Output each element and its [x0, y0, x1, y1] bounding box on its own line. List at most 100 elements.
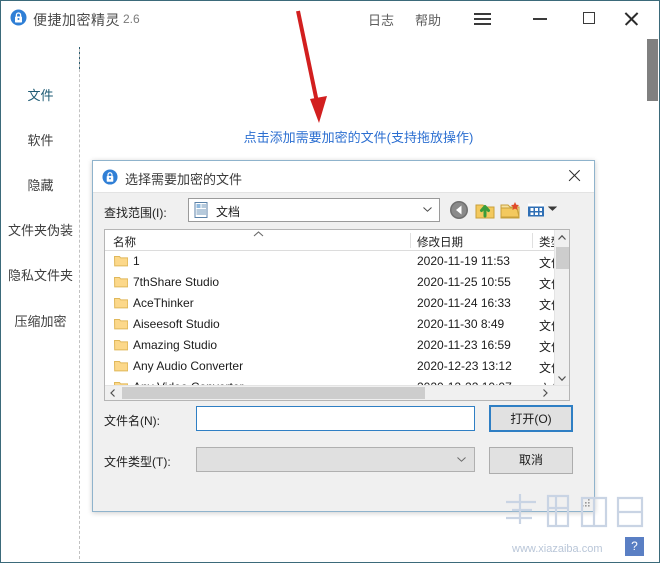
new-folder-icon	[500, 202, 520, 219]
list-scrollbar-thumb[interactable]	[556, 247, 569, 269]
sidebar-item-private-folder[interactable]: 隐私文件夹	[2, 265, 79, 284]
table-row[interactable]: 7thShare Studio 2020-11-25 10:55 文件	[105, 272, 554, 293]
file-date: 2020-12-23 13:12	[417, 359, 512, 373]
chevron-down-icon	[423, 207, 432, 212]
folder-icon	[113, 339, 129, 351]
file-date: 2020-11-23 16:59	[417, 338, 511, 352]
dialog-body: 查找范围(I): 文档 名称 修改日期 类型 1 2020-11-19 11:5…	[93, 193, 594, 511]
column-divider	[410, 233, 411, 248]
up-folder-icon	[475, 204, 495, 219]
sidebar: 文件 软件 隐藏 文件夹伪装 隐私文件夹 压缩加密	[2, 37, 79, 562]
column-header-date[interactable]: 修改日期	[417, 234, 463, 250]
list-vertical-scrollbar[interactable]	[554, 230, 569, 386]
log-link[interactable]: 日志	[368, 10, 394, 29]
maximize-button[interactable]	[574, 7, 604, 29]
cancel-button[interactable]: 取消	[489, 447, 573, 474]
back-button[interactable]	[448, 199, 470, 221]
square-icon	[583, 12, 595, 24]
list-horizontal-scrollbar[interactable]	[105, 385, 569, 400]
app-title: 便捷加密精灵	[33, 12, 120, 28]
minus-icon	[533, 18, 547, 20]
folder-icon	[113, 318, 129, 330]
table-row[interactable]: AceThinker 2020-11-24 16:33 文件	[105, 293, 554, 314]
file-type: 文件	[539, 256, 554, 270]
chevron-down-icon	[457, 457, 466, 462]
minimize-button[interactable]	[525, 7, 555, 29]
open-button[interactable]: 打开(O)	[489, 405, 573, 432]
dialog-titlebar: 选择需要加密的文件	[93, 161, 594, 193]
folder-icon	[113, 360, 129, 372]
file-name: AceThinker	[133, 296, 194, 310]
file-name: Any Audio Converter	[133, 359, 244, 373]
chevron-left-icon[interactable]	[105, 386, 121, 400]
chevron-down-icon[interactable]	[555, 370, 569, 386]
file-date: 2020-11-19 11:53	[417, 254, 510, 268]
up-folder-button[interactable]	[474, 199, 496, 221]
file-date: 2020-11-24 16:33	[417, 296, 511, 310]
table-row[interactable]: Aiseesoft Studio 2020-11-30 8:49 文件	[105, 314, 554, 335]
file-date: 2020-11-25 10:55	[417, 275, 511, 289]
lookin-value: 文档	[216, 205, 241, 219]
file-type: 文件	[539, 277, 554, 291]
sidebar-item-compress-encrypt[interactable]: 压缩加密	[2, 311, 79, 330]
folder-icon	[113, 276, 129, 288]
chevron-down-icon[interactable]	[548, 206, 557, 211]
view-mode-button[interactable]	[525, 199, 547, 221]
chevron-up-icon[interactable]	[555, 230, 569, 246]
drop-hint-text[interactable]: 点击添加需要加密的文件(支持拖放操作)	[80, 127, 637, 146]
file-type: 文件	[539, 340, 554, 354]
table-row[interactable]: Any Audio Converter 2020-12-23 13:12 文件	[105, 356, 554, 377]
lock-icon	[10, 9, 27, 26]
table-row[interactable]: 1 2020-11-19 11:53 文件	[105, 251, 554, 272]
dialog-close-button[interactable]	[556, 163, 592, 191]
filetype-label: 文件类型(T):	[104, 455, 171, 469]
help-badge[interactable]: ?	[625, 537, 644, 556]
list-hscrollbar-thumb[interactable]	[122, 387, 425, 399]
file-list-header: 名称 修改日期 类型	[105, 230, 569, 251]
lookin-label: 查找范围(I):	[104, 206, 167, 220]
close-button[interactable]	[616, 7, 646, 29]
file-open-dialog: 选择需要加密的文件 查找范围(I): 文档 名称 修改日期 类型 1 2020-…	[92, 160, 595, 512]
close-icon	[567, 169, 581, 183]
lookin-combobox[interactable]: 文档	[188, 198, 440, 222]
file-type: 文件	[539, 298, 554, 312]
filename-input[interactable]	[196, 406, 475, 431]
filetype-combobox[interactable]	[196, 447, 475, 472]
main-scrollbar-thumb[interactable]	[647, 39, 658, 101]
titlebar: 便捷加密精灵 2.6 日志 帮助	[1, 1, 659, 36]
dialog-title: 选择需要加密的文件	[125, 172, 243, 187]
lock-icon	[102, 169, 118, 185]
application-window: 便捷加密精灵 2.6 日志 帮助 文件 软件 隐藏 文件夹伪装 隐私文件夹 压缩…	[0, 0, 660, 563]
file-date: 2020-11-30 8:49	[417, 317, 505, 331]
file-type: 文件	[539, 319, 554, 333]
sidebar-item-folder-disguise[interactable]: 文件夹伪装	[2, 220, 79, 239]
file-type: 文件	[539, 361, 554, 375]
menu-button[interactable]	[467, 7, 497, 29]
close-icon	[623, 11, 639, 27]
view-grid-icon	[528, 203, 544, 217]
main-scrollbar[interactable]	[646, 37, 658, 562]
file-name: Amazing Studio	[133, 338, 218, 352]
column-divider	[532, 233, 533, 248]
document-icon	[194, 202, 209, 218]
sidebar-item-file[interactable]: 文件	[2, 85, 79, 104]
sidebar-item-hide[interactable]: 隐藏	[2, 175, 79, 194]
help-link[interactable]: 帮助	[415, 10, 441, 29]
file-list[interactable]: 名称 修改日期 类型 1 2020-11-19 11:53 文件	[104, 229, 570, 401]
sidebar-item-software[interactable]: 软件	[2, 130, 79, 149]
table-row[interactable]: Amazing Studio 2020-11-23 16:59 文件	[105, 335, 554, 356]
file-list-rows[interactable]: 1 2020-11-19 11:53 文件 7thShare Studio 20…	[105, 251, 554, 387]
folder-icon	[113, 255, 129, 267]
file-name: 7thShare Studio	[133, 275, 220, 289]
app-version: 2.6	[123, 12, 140, 26]
file-name: 1	[133, 254, 140, 268]
filename-label: 文件名(N):	[104, 414, 160, 428]
back-arrow-icon	[450, 201, 468, 219]
new-folder-button[interactable]	[499, 199, 521, 221]
chevron-up-icon	[253, 231, 264, 237]
resize-grip-icon[interactable]	[581, 498, 591, 508]
column-header-name[interactable]: 名称	[113, 234, 136, 250]
chevron-right-icon[interactable]	[537, 386, 553, 400]
file-name: Aiseesoft Studio	[133, 317, 220, 331]
folder-icon	[113, 297, 129, 309]
